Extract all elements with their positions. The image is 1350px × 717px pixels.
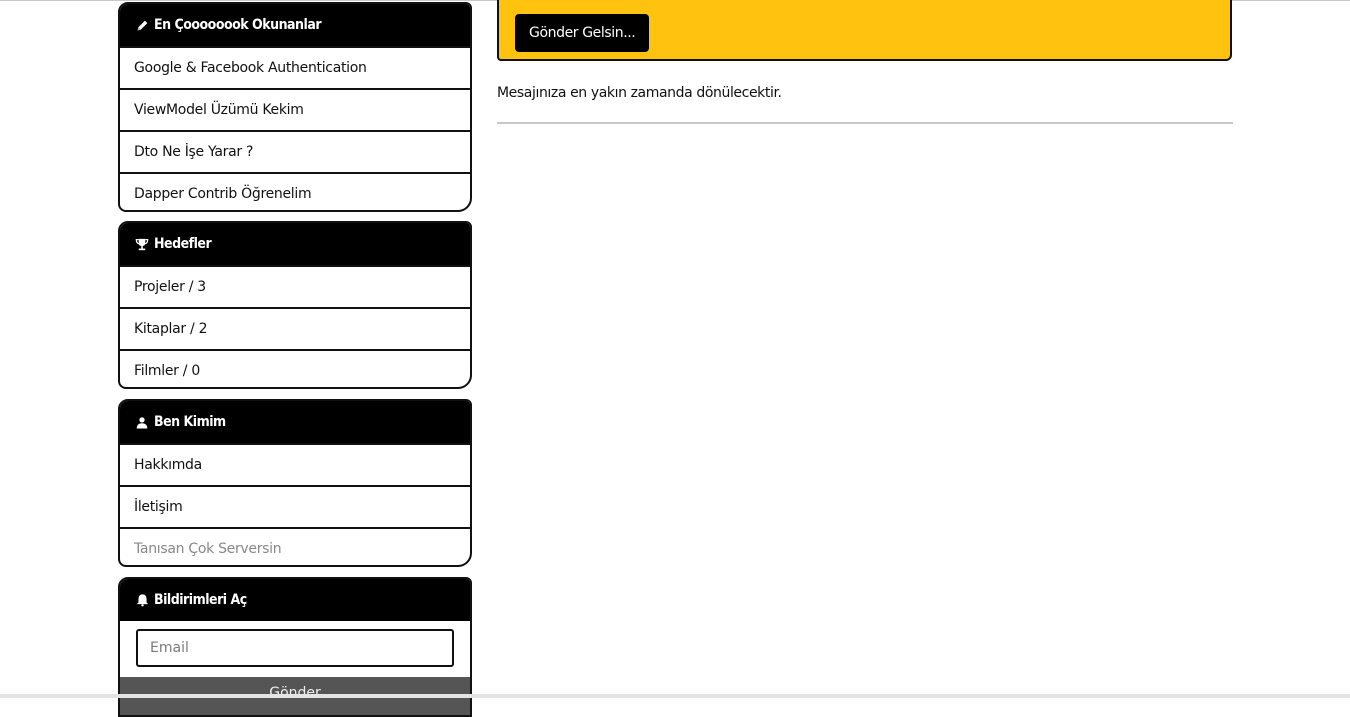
bell-icon xyxy=(134,593,150,607)
server-link[interactable]: Tanısan Çok Serversin xyxy=(120,527,470,565)
goal-projects-link[interactable]: Projeler / 3 xyxy=(120,265,470,307)
horizontal-scrollbar[interactable] xyxy=(0,694,1350,698)
user-icon xyxy=(134,416,150,429)
email-field-wrapper xyxy=(120,621,470,677)
email-field[interactable] xyxy=(136,629,454,667)
popular-post-link[interactable]: ViewModel Üzümü Kekim xyxy=(120,88,470,130)
about-panel: Ben Kimim Hakkımda İletişim Tanısan Çok … xyxy=(118,399,472,567)
notifications-title: Bildirimleri Aç xyxy=(154,592,247,608)
about-title: Ben Kimim xyxy=(154,414,226,430)
contact-link[interactable]: İletişim xyxy=(120,485,470,527)
goal-films-link[interactable]: Filmler / 0 xyxy=(120,349,470,387)
divider xyxy=(497,122,1233,124)
pencil-icon xyxy=(134,19,150,32)
about-header: Ben Kimim xyxy=(120,401,470,443)
goal-books-link[interactable]: Kitaplar / 2 xyxy=(120,307,470,349)
about-me-link[interactable]: Hakkımda xyxy=(120,443,470,485)
popular-post-link[interactable]: Google & Facebook Authentication xyxy=(120,46,470,88)
goals-panel: Hedefler Projeler / 3 Kitaplar / 2 Filml… xyxy=(118,221,472,389)
popular-posts-header: En Çoooooook Okunanlar xyxy=(120,4,470,46)
popular-post-link[interactable]: Dapper Contrib Öğrenelim xyxy=(120,172,470,210)
submit-button[interactable]: Gönder Gelsin... xyxy=(515,14,650,52)
goals-header: Hedefler xyxy=(120,223,470,265)
trophy-icon xyxy=(134,238,150,251)
contact-form-footer: Gönder Gelsin... xyxy=(497,0,1232,61)
notifications-header: Bildirimleri Aç xyxy=(120,579,470,621)
goals-title: Hedefler xyxy=(154,236,212,252)
popular-post-link[interactable]: Dto Ne İşe Yarar ? xyxy=(120,130,470,172)
confirmation-message: Mesajınıza en yakın zamanda dönülecektir… xyxy=(497,85,782,101)
popular-posts-title: En Çoooooook Okunanlar xyxy=(154,17,322,33)
popular-posts-panel: En Çoooooook Okunanlar Google & Facebook… xyxy=(118,2,472,212)
